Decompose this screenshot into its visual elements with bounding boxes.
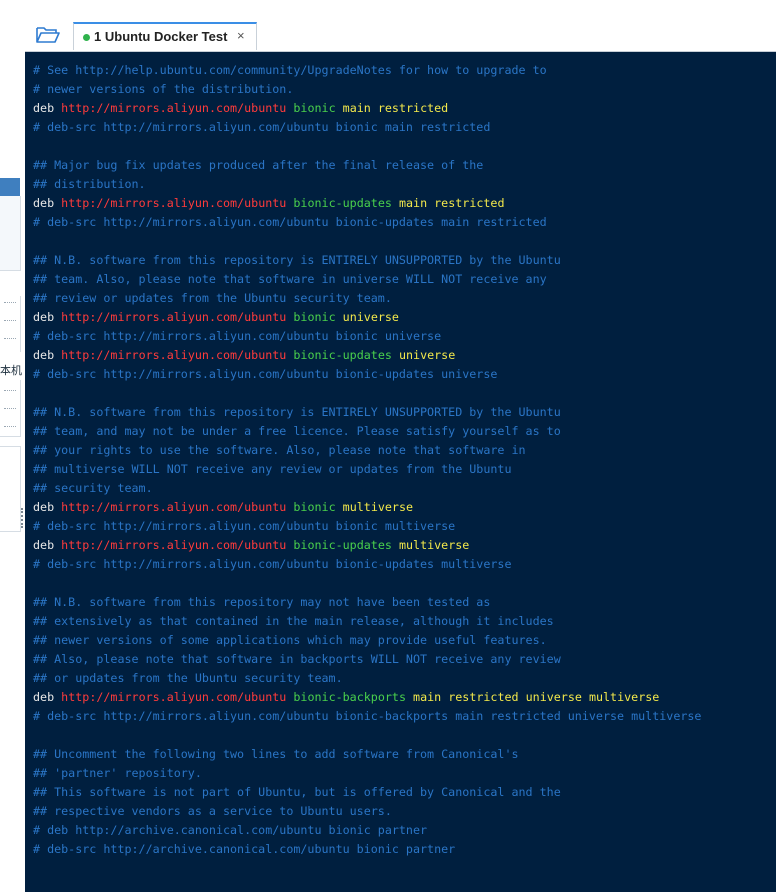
comment-line: ## newer versions of some applications w…	[33, 633, 547, 647]
comment-line: # deb-src http://archive.canonical.com/u…	[33, 842, 456, 856]
comment-line: ## respective vendors as a service to Ub…	[33, 804, 392, 818]
open-folder-button[interactable]	[35, 24, 61, 46]
comment-line: ## team, and may not be under a free lic…	[33, 424, 561, 438]
repo-url: http://mirrors.aliyun.com/ubuntu	[61, 310, 287, 324]
repo-url: http://mirrors.aliyun.com/ubuntu	[61, 538, 287, 552]
comment-line: ## or updates from the Ubuntu security t…	[33, 671, 343, 685]
panel-partial-label: 本机	[0, 364, 22, 377]
distribution: bionic-backports	[293, 690, 406, 704]
components: multiverse	[398, 538, 470, 552]
comment-line: ## N.B. software from this repository ma…	[33, 595, 491, 609]
comment-line: # deb-src http://mirrors.aliyun.com/ubun…	[33, 120, 491, 134]
close-icon[interactable]: ×	[237, 28, 245, 43]
components: multiverse	[342, 500, 414, 514]
deb-line: deb http://mirrors.aliyun.com/ubuntu bio…	[33, 308, 701, 327]
deb-line: deb http://mirrors.aliyun.com/ubuntu bio…	[33, 536, 701, 555]
deb-keyword: deb	[33, 500, 55, 514]
deb-keyword: deb	[33, 348, 55, 362]
dotted-row	[4, 390, 16, 391]
comment-line: ## extensively as that contained in the …	[33, 614, 554, 628]
components: main restricted	[398, 196, 505, 210]
dotted-row	[4, 302, 16, 303]
repo-url: http://mirrors.aliyun.com/ubuntu	[61, 348, 287, 362]
panel-box	[0, 446, 21, 532]
distribution: bionic-updates	[293, 196, 392, 210]
distribution: bionic	[293, 310, 336, 324]
comment-line: # deb http://archive.canonical.com/ubunt…	[33, 823, 428, 837]
distribution: bionic	[293, 500, 336, 514]
components: universe	[398, 348, 456, 362]
comment-line: ## distribution.	[33, 177, 146, 191]
dotted-row	[4, 338, 16, 339]
deb-keyword: deb	[33, 690, 55, 704]
left-side-panel: 本机	[0, 0, 25, 892]
panel-box	[0, 196, 21, 271]
comment-line: ## review or updates from the Ubuntu sec…	[33, 291, 392, 305]
terminal-output[interactable]: # See http://help.ubuntu.com/community/U…	[25, 52, 776, 892]
comment-line: # See http://help.ubuntu.com/community/U…	[33, 63, 547, 77]
comment-line: # deb-src http://mirrors.aliyun.com/ubun…	[33, 709, 702, 723]
tab-bar: 1 Ubuntu Docker Test ×	[25, 18, 776, 52]
comment-line: # deb-src http://mirrors.aliyun.com/ubun…	[33, 519, 456, 533]
tab-ubuntu-docker-test[interactable]: 1 Ubuntu Docker Test ×	[73, 22, 257, 50]
comment-line: ## 'partner' repository.	[33, 766, 202, 780]
comment-line: ## your rights to use the software. Also…	[33, 443, 526, 457]
deb-keyword: deb	[33, 196, 55, 210]
connection-status-icon	[83, 34, 90, 41]
tab-label: 1 Ubuntu Docker Test	[94, 29, 228, 44]
comment-line: # deb-src http://mirrors.aliyun.com/ubun…	[33, 329, 442, 343]
components: main restricted universe multiverse	[413, 690, 660, 704]
comment-line: # newer versions of the distribution.	[33, 82, 294, 96]
deb-line: deb http://mirrors.aliyun.com/ubuntu bio…	[33, 346, 701, 365]
comment-line: ## team. Also, please note that software…	[33, 272, 547, 286]
deb-keyword: deb	[33, 310, 55, 324]
dotted-row	[4, 408, 16, 409]
comment-line: # deb-src http://mirrors.aliyun.com/ubun…	[33, 367, 498, 381]
distribution: bionic-updates	[293, 538, 392, 552]
components: universe	[342, 310, 399, 324]
deb-line: deb http://mirrors.aliyun.com/ubuntu bio…	[33, 688, 701, 707]
deb-line: deb http://mirrors.aliyun.com/ubuntu bio…	[33, 498, 701, 517]
comment-line: ## multiverse WILL NOT receive any revie…	[33, 462, 512, 476]
repo-url: http://mirrors.aliyun.com/ubuntu	[61, 101, 287, 115]
comment-line: ## Also, please note that software in ba…	[33, 652, 561, 666]
distribution: bionic-updates	[293, 348, 392, 362]
dotted-row	[4, 320, 16, 321]
repo-url: http://mirrors.aliyun.com/ubuntu	[61, 690, 287, 704]
distribution: bionic	[293, 101, 336, 115]
comment-line: ## Uncomment the following two lines to …	[33, 747, 519, 761]
deb-line: deb http://mirrors.aliyun.com/ubuntu bio…	[33, 99, 701, 118]
comment-line: ## N.B. software from this repository is…	[33, 405, 561, 419]
panel-list	[0, 380, 21, 437]
dotted-row	[4, 426, 16, 427]
deb-keyword: deb	[33, 101, 55, 115]
repo-url: http://mirrors.aliyun.com/ubuntu	[61, 196, 287, 210]
comment-line: # deb-src http://mirrors.aliyun.com/ubun…	[33, 557, 512, 571]
repo-url: http://mirrors.aliyun.com/ubuntu	[61, 500, 287, 514]
panel-list	[0, 296, 21, 352]
selected-row[interactable]	[0, 178, 20, 196]
folder-open-icon	[36, 27, 60, 43]
comment-line: ## N.B. software from this repository is…	[33, 253, 561, 267]
components: main restricted	[342, 101, 449, 115]
comment-line: # deb-src http://mirrors.aliyun.com/ubun…	[33, 215, 547, 229]
comment-line: ## security team.	[33, 481, 153, 495]
terminal-lines: # See http://help.ubuntu.com/community/U…	[33, 61, 701, 859]
deb-line: deb http://mirrors.aliyun.com/ubuntu bio…	[33, 194, 701, 213]
comment-line: ## This software is not part of Ubuntu, …	[33, 785, 561, 799]
comment-line: ## Major bug fix updates produced after …	[33, 158, 484, 172]
deb-keyword: deb	[33, 538, 55, 552]
